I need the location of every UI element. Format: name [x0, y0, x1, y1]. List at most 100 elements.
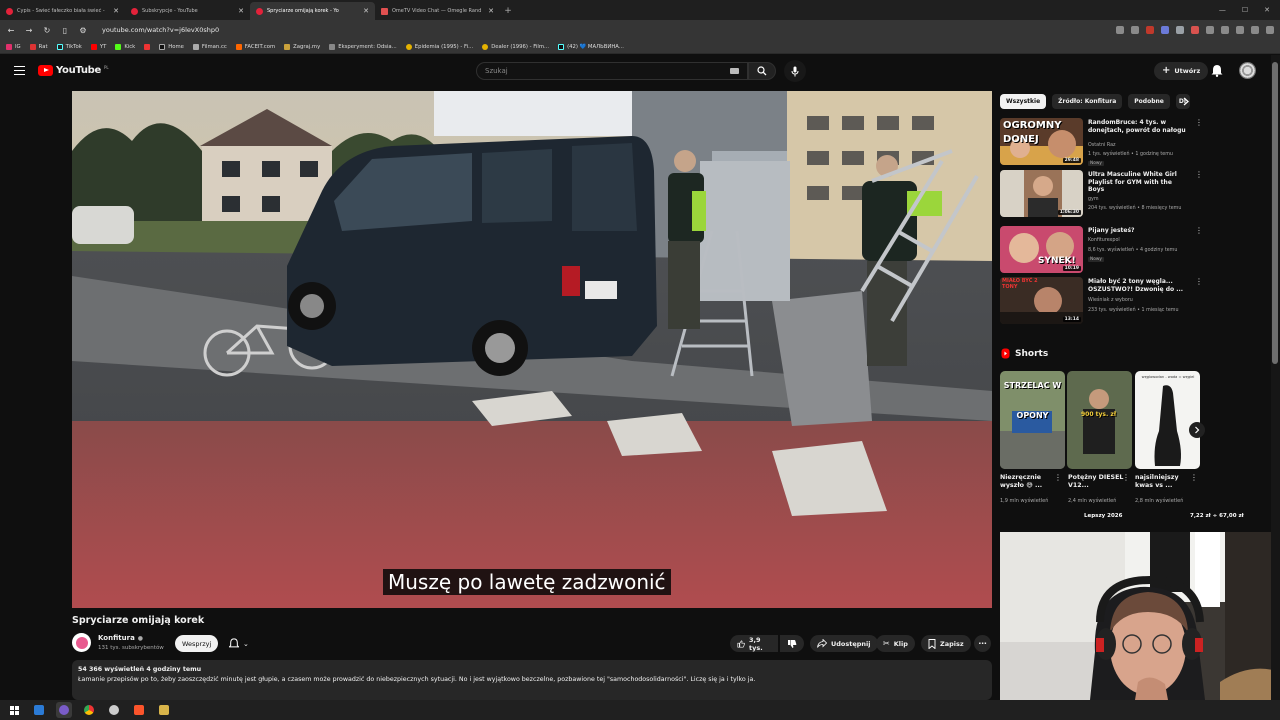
- save-button[interactable]: Zapisz: [921, 635, 971, 652]
- bookmark-eksperyment[interactable]: Eksperyment: Odsia...: [329, 43, 397, 50]
- windows-start-icon[interactable]: [6, 702, 22, 718]
- video-title[interactable]: Pijany jesteś?: [1088, 227, 1188, 235]
- more-vertical-icon[interactable]: ⋮: [1195, 171, 1203, 179]
- more-vertical-icon[interactable]: ⋮: [1054, 474, 1062, 482]
- create-button[interactable]: + Utwórz: [1154, 62, 1209, 80]
- bookmark-ig[interactable]: IG: [6, 43, 21, 50]
- chrome-icon[interactable]: [81, 702, 97, 718]
- short-thumbnail[interactable]: węglowodan - woda = węgiel: [1135, 371, 1200, 469]
- channel-name[interactable]: Konfitura ●: [98, 634, 143, 642]
- video-player[interactable]: Muszę po lawetę zadzwonić: [72, 91, 992, 608]
- shorts-next-button[interactable]: [1189, 422, 1205, 438]
- maximize-icon[interactable]: ☐: [1242, 6, 1248, 14]
- description-box[interactable]: 54 366 wyświetleń 4 godziny temu Łamanie…: [72, 660, 992, 700]
- more-vertical-icon[interactable]: ⋮: [1122, 474, 1130, 482]
- search-input[interactable]: [485, 67, 715, 75]
- voice-search-button[interactable]: [784, 60, 806, 82]
- extension-icon[interactable]: [1116, 26, 1124, 34]
- site-info-icon[interactable]: ⚙: [78, 25, 88, 35]
- url-field[interactable]: youtube.com/watch?v=j6levX0shp0: [102, 26, 219, 34]
- dislike-button[interactable]: [780, 635, 804, 652]
- chevron-right-icon[interactable]: [1182, 97, 1190, 106]
- account-avatar[interactable]: [1239, 62, 1256, 79]
- close-icon[interactable]: ✕: [488, 7, 494, 15]
- puzzle-icon[interactable]: [1206, 26, 1214, 34]
- chip-all[interactable]: Wszystkie: [1000, 94, 1047, 109]
- browser-tab-current[interactable]: Spryciarze omijają korek - Yo ✕: [250, 2, 375, 20]
- more-vertical-icon[interactable]: ⋮: [1195, 227, 1203, 235]
- video-title[interactable]: Miało być 2 tony węgla... OSZUSTWO?! Dzw…: [1088, 278, 1188, 293]
- bookmark-page-icon[interactable]: ▯: [60, 25, 70, 35]
- profile-icon[interactable]: [1251, 26, 1259, 34]
- video-thumbnail[interactable]: MIAŁO BYĆ 2 TONY 13:14: [1000, 277, 1083, 324]
- clip-button[interactable]: ✂ Klip: [876, 635, 915, 652]
- brave-icon[interactable]: [131, 702, 147, 718]
- subscription-bell-button[interactable]: ⌄: [223, 635, 259, 652]
- download-icon[interactable]: [1221, 26, 1229, 34]
- recommended-video[interactable]: SYNEK! 10:19 Pijany jesteś? Konfiturexpo…: [1000, 226, 1203, 274]
- channel-name[interactable]: Konfiturexpol: [1088, 238, 1120, 243]
- bookmark-home[interactable]: Home: [159, 43, 184, 50]
- minimize-icon[interactable]: —: [1219, 6, 1226, 14]
- share-button[interactable]: Udostępnij: [810, 635, 878, 652]
- browser-tab-subscriptions[interactable]: Subskrypcje - YouTube ✕: [125, 2, 250, 20]
- more-vertical-icon[interactable]: ⋮: [1190, 474, 1198, 482]
- back-icon[interactable]: ←: [6, 25, 16, 35]
- short-thumbnail[interactable]: 900 tys. zł: [1067, 371, 1132, 469]
- more-vertical-icon[interactable]: ⋮: [1195, 278, 1203, 286]
- taskbar-app-icon[interactable]: [156, 702, 172, 718]
- youtube-logo[interactable]: YouTube PL: [38, 65, 109, 76]
- bookmark-zagraj[interactable]: Zagraj.my: [284, 43, 320, 50]
- like-button[interactable]: 3,9 tys.: [730, 635, 778, 652]
- bookmark-filman[interactable]: Filman.cc: [192, 43, 227, 50]
- recommended-video[interactable]: OGROMNY DONEJ 29:48 RandomBruce: 4 tys. …: [1000, 118, 1203, 166]
- video-thumbnail[interactable]: SYNEK! 10:19: [1000, 226, 1083, 273]
- taskbar-app-icon[interactable]: [56, 702, 72, 718]
- bookmark-kick[interactable]: Kick: [115, 43, 135, 50]
- channel-avatar[interactable]: [72, 633, 91, 652]
- keyboard-icon[interactable]: [730, 68, 739, 74]
- record-icon[interactable]: [1191, 26, 1199, 34]
- recommended-video[interactable]: 1:06:30 Ultra Masculine White Girl Playl…: [1000, 170, 1203, 218]
- bookmark-rat[interactable]: Rat: [29, 43, 48, 50]
- hamburger-menu-icon[interactable]: [14, 66, 25, 75]
- reload-icon[interactable]: ↻: [42, 25, 52, 35]
- short-title[interactable]: Potężny DIESEL V12...: [1068, 474, 1124, 490]
- video-title[interactable]: Ultra Masculine White Girl Playlist for …: [1088, 171, 1188, 194]
- extension-icon[interactable]: [1236, 26, 1244, 34]
- chip-related[interactable]: Podobne: [1128, 94, 1170, 109]
- channel-name[interactable]: Wieśniak z wyboru: [1088, 298, 1133, 303]
- short-title[interactable]: najsilniejszy kwas vs ...: [1135, 474, 1191, 490]
- recommended-video[interactable]: MIAŁO BYĆ 2 TONY 13:14 Miało być 2 tony …: [1000, 277, 1203, 325]
- extension-icon[interactable]: [1161, 26, 1169, 34]
- join-button[interactable]: Wesprzyj: [175, 635, 219, 652]
- video-thumbnail[interactable]: 1:06:30: [1000, 170, 1083, 217]
- video-thumbnail[interactable]: OGROMNY DONEJ 29:48: [1000, 118, 1083, 165]
- bookmark-unnamed[interactable]: [144, 43, 151, 50]
- bookmark-tiktok[interactable]: TikTok: [56, 43, 82, 50]
- close-window-icon[interactable]: ✕: [1264, 6, 1270, 14]
- search-button[interactable]: [748, 62, 776, 80]
- notifications-button[interactable]: [1211, 64, 1223, 77]
- more-vertical-icon[interactable]: ⋮: [1195, 119, 1203, 127]
- short-thumbnail[interactable]: STRZELAC W OPONY: [1000, 371, 1065, 469]
- more-actions-button[interactable]: ⋯: [974, 635, 991, 652]
- taskbar-app-icon[interactable]: [106, 702, 122, 718]
- page-scrollbar-thumb[interactable]: [1272, 62, 1278, 364]
- extension-icon[interactable]: [1176, 26, 1184, 34]
- short-title[interactable]: Niezręcznie wyszło 😅 ...: [1000, 474, 1056, 490]
- bookmark-faceit[interactable]: FACEIT.com: [235, 43, 275, 50]
- channel-name[interactable]: Ostatni Raz: [1088, 143, 1116, 148]
- taskbar-app-icon[interactable]: [31, 702, 47, 718]
- chip-source[interactable]: Źródło: Konfitura: [1052, 94, 1123, 109]
- bookmark-malvina[interactable]: (42) 💙 МАЛЬВИНА...: [558, 43, 624, 50]
- shield-icon[interactable]: [1146, 26, 1154, 34]
- menu-dots-icon[interactable]: [1266, 26, 1274, 34]
- extension-icon[interactable]: [1131, 26, 1139, 34]
- bookmark-yt[interactable]: YT: [90, 43, 106, 50]
- browser-tab-cypis[interactable]: Cypis - Świeć fałeczko biała świeć - ✕: [0, 2, 125, 20]
- close-icon[interactable]: ✕: [113, 7, 119, 15]
- close-icon[interactable]: ✕: [238, 7, 244, 15]
- bookmark-epidemia[interactable]: Epidemia (1995) - Fi...: [405, 43, 473, 50]
- close-icon[interactable]: ✕: [363, 7, 369, 15]
